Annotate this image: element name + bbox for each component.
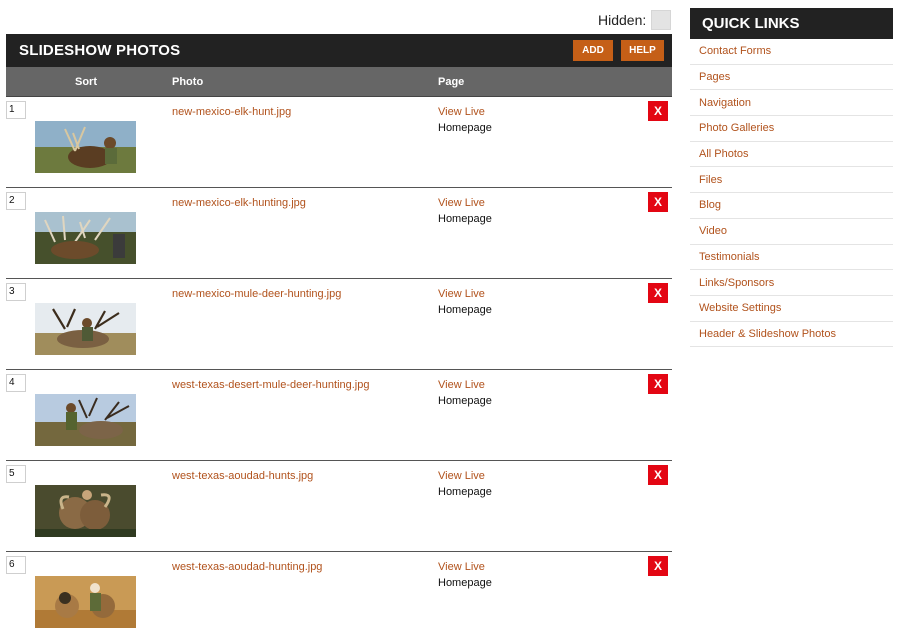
quick-link-item[interactable]: Website Settings [690, 296, 893, 322]
quick-link-item[interactable]: Navigation [690, 90, 893, 117]
table-header: Sort Photo Page [6, 67, 672, 97]
table-row: 5 west-texas-aoudad-hunts.jpg View Live Hom… [6, 461, 672, 552]
quick-link-item[interactable]: Testimonials [690, 245, 893, 271]
hidden-label: Hidden: [598, 11, 647, 28]
delete-button[interactable]: X [648, 374, 668, 394]
photo-filename-link[interactable]: west-texas-aoudad-hunts.jpg [172, 470, 313, 482]
photo-thumbnail[interactable] [35, 303, 136, 355]
page-name: Homepage [438, 486, 492, 498]
table-row: 4 west-texas-desert-mule-deer-hunting.jpg… [6, 370, 672, 461]
add-button[interactable]: ADD [573, 40, 613, 61]
delete-button[interactable]: X [648, 101, 668, 121]
photo-thumbnail[interactable] [35, 121, 136, 173]
quick-link-item[interactable]: Links/Sponsors [690, 270, 893, 296]
page-name: Homepage [438, 122, 492, 134]
column-header-page[interactable]: Page [438, 76, 464, 88]
photo-thumbnail[interactable] [35, 485, 136, 537]
view-live-link[interactable]: View Live [438, 106, 485, 118]
delete-button[interactable]: X [648, 465, 668, 485]
view-live-link[interactable]: View Live [438, 470, 485, 482]
help-button[interactable]: HELP [621, 40, 664, 61]
sort-order-input[interactable]: 2 [6, 192, 26, 210]
photo-filename-link[interactable]: west-texas-aoudad-hunting.jpg [172, 561, 322, 573]
view-live-link[interactable]: View Live [438, 288, 485, 300]
table-row: 6 west-texas-aoudad-hunting.jpg View Live H… [6, 552, 672, 636]
page-title: SLIDESHOW PHOTOS [19, 42, 181, 59]
column-header-sort[interactable]: Sort [75, 76, 97, 88]
photo-table-body: 1 new-mexico-elk-hunt.jpg View Live Homepag… [6, 97, 672, 636]
photo-thumbnail[interactable] [35, 576, 136, 628]
quick-link-item[interactable]: Blog [690, 193, 893, 219]
view-live-link[interactable]: View Live [438, 197, 485, 209]
quick-link-item[interactable]: Photo Galleries [690, 116, 893, 142]
quick-links-title: QUICK LINKS [690, 8, 893, 39]
quick-links-panel: QUICK LINKS Contact Forms Pages Navigation… [690, 8, 893, 348]
view-live-link[interactable]: View Live [438, 379, 485, 391]
photo-filename-link[interactable]: new-mexico-elk-hunt.jpg [172, 106, 291, 118]
delete-button[interactable]: X [648, 556, 668, 576]
view-live-link[interactable]: View Live [438, 561, 485, 573]
photo-thumbnail[interactable] [35, 212, 136, 264]
quick-link-item[interactable]: Pages [690, 65, 893, 91]
delete-button[interactable]: X [648, 192, 668, 212]
slideshow-panel: SLIDESHOW PHOTOS ADD HELP Sort Photo Pag… [6, 34, 672, 636]
sort-order-input[interactable]: 4 [6, 374, 26, 392]
quick-links-list: Contact Forms Pages Navigation Photo Galler… [690, 39, 893, 348]
delete-button[interactable]: X [648, 283, 668, 303]
photo-thumbnail[interactable] [35, 394, 136, 446]
table-row: 2 new-mexico-elk-hunting.jpg View Live Home… [6, 188, 672, 279]
table-row: 1 new-mexico-elk-hunt.jpg View Live Homepag… [6, 97, 672, 188]
quick-link-item[interactable]: Contact Forms [690, 39, 893, 65]
page-name: Homepage [438, 395, 492, 407]
quick-link-item[interactable]: All Photos [690, 142, 893, 168]
sort-order-input[interactable]: 6 [6, 556, 26, 574]
table-row: 3 new-mexico-mule-deer-hunting.jpg View Li… [6, 279, 672, 370]
sort-order-input[interactable]: 5 [6, 465, 26, 483]
photo-filename-link[interactable]: new-mexico-mule-deer-hunting.jpg [172, 288, 341, 300]
page-name: Homepage [438, 213, 492, 225]
photo-filename-link[interactable]: west-texas-desert-mule-deer-hunting.jpg [172, 379, 369, 391]
quick-link-item[interactable]: Video [690, 219, 893, 245]
quick-link-item[interactable]: Header & Slideshow Photos [690, 322, 893, 348]
page-name: Homepage [438, 577, 492, 589]
hidden-toggle: Hidden: [598, 9, 672, 30]
sort-order-input[interactable]: 1 [6, 101, 26, 119]
sort-order-input[interactable]: 3 [6, 283, 26, 301]
page-name: Homepage [438, 304, 492, 316]
column-header-photo[interactable]: Photo [172, 76, 203, 88]
hidden-checkbox[interactable] [651, 9, 672, 30]
photo-filename-link[interactable]: new-mexico-elk-hunting.jpg [172, 197, 306, 209]
quick-link-item[interactable]: Files [690, 167, 893, 194]
slideshow-header: SLIDESHOW PHOTOS ADD HELP [6, 34, 672, 67]
